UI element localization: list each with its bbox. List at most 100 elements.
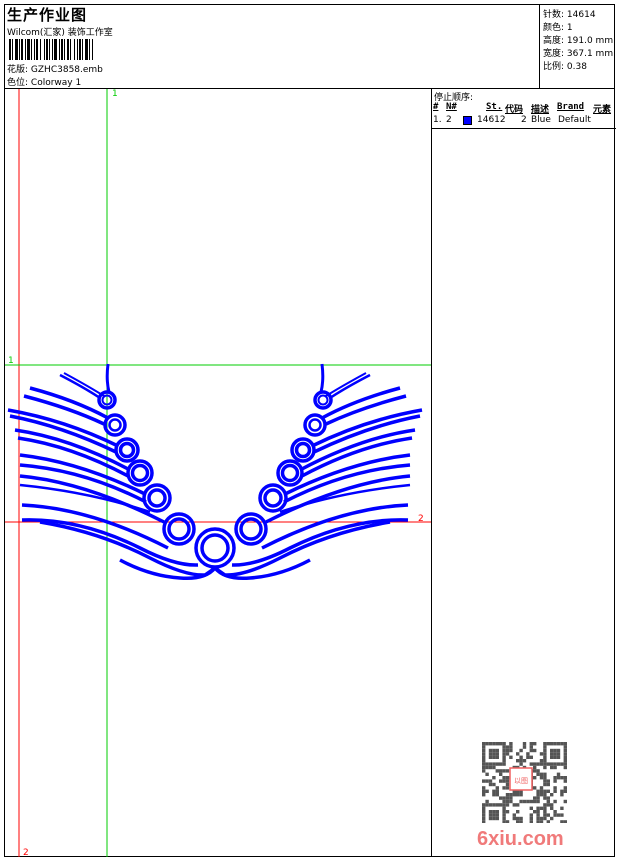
qr-module [522,745,527,749]
qr-module [505,793,510,797]
qr-module [539,816,544,821]
qr-module [485,799,489,804]
row-index: 1. [433,115,442,125]
qr-module [533,776,537,780]
qr-module [502,813,506,817]
embroidery-design [7,362,424,581]
qr-module [529,799,533,804]
page-title: 生产作业图 [7,6,88,24]
qr-module [495,755,499,759]
qr-module [492,755,496,759]
qr-module [516,820,520,823]
qr-module [482,803,486,807]
qr-module [560,820,564,823]
qr-module [533,786,537,790]
qr-module [526,755,530,759]
qr-module [526,752,530,756]
qr-module [495,742,499,746]
seal-text: 以图 [514,777,528,785]
qr-module [505,748,510,753]
qr-module [539,776,544,780]
qr-module [509,793,513,797]
qr-module [563,786,567,790]
qr-module [499,779,503,783]
qr-module [509,745,513,749]
qr-module [543,765,547,770]
design-value: GZHC3858.emb [30,65,103,75]
qr-module [499,769,503,773]
qr-module [546,762,550,766]
qr-module [502,748,506,753]
qr-module [502,755,506,759]
qr-module [550,765,554,770]
qr-module [482,748,486,753]
qr-module [482,786,486,790]
qr-module [482,793,486,797]
qr-module [550,752,554,756]
qr-module [533,765,537,770]
qr-module [546,742,550,746]
qr-module [543,793,547,797]
qr-module [553,810,557,814]
qr-module [533,799,537,804]
qr-module [485,803,489,807]
table-header: # N# St. 代码 描述 Brand 元素 [432,102,616,115]
qr-module [502,820,506,823]
qr-module [482,755,486,759]
qr-module [519,762,523,766]
qr-module [502,745,506,749]
qr-module [488,762,493,766]
qr-module [495,789,499,793]
design-file: 花版: GZHC3858.emb [7,62,103,75]
qr-module [495,810,499,814]
label: 高度: [543,36,565,46]
qr-module [563,742,567,746]
qr-module [488,810,493,814]
qr-code-watermark: 以图 [482,742,567,823]
qr-module [543,776,547,780]
qr-module [543,789,547,793]
col-stitches: St. [486,102,503,112]
table-divider [432,128,616,129]
col-brand: Brand [557,102,585,112]
col-element: 元素 [593,105,612,115]
qr-module [526,799,530,804]
qr-module [543,748,547,753]
qr-module [539,820,544,823]
qr-module [488,803,493,807]
qr-module [543,752,547,756]
qr-module [550,793,554,797]
qr-module [536,813,540,817]
qr-module [536,793,540,797]
qr-module [492,793,496,797]
qr-module [512,816,516,821]
qr-module [560,742,564,746]
col-code: 代码 [505,105,524,115]
qr-module [482,789,486,793]
qr-module [553,776,557,780]
design-info: 针数: 14614 颜色: 1 高度: 191.0 mm 宽度: 367.1 m… [539,4,616,88]
qr-module [492,776,496,780]
qr-module [563,799,567,804]
qr-module [522,799,527,804]
qr-module [529,762,533,766]
value: 14614 [566,10,596,20]
qr-module [499,762,503,766]
qr-module [505,769,510,773]
qr-module [550,803,554,807]
table-row[interactable]: 1. 2 14612 2 Blue Default [432,115,616,127]
qr-module [539,786,544,790]
qr-module [553,786,557,790]
qr-module [543,745,547,749]
guide-label-h2: 2 [418,514,424,524]
qr-module [516,759,520,763]
guide-label-v1: 1 [112,89,118,99]
qr-module [539,772,544,776]
qr-module [482,779,486,783]
qr-module [495,813,499,817]
qr-module [495,803,499,807]
qr-module [553,748,557,753]
qr-module [543,810,547,814]
col-description: 描述 [531,105,550,115]
qr-module [502,786,506,790]
